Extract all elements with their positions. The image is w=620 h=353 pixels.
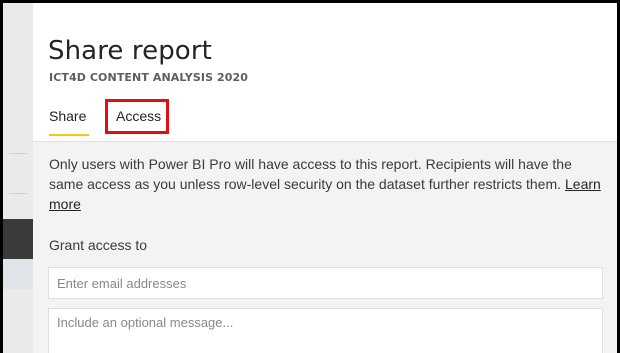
info-text: Only users with Power BI Pro will have a… xyxy=(49,156,572,192)
message-input[interactable] xyxy=(48,308,603,353)
tab-share[interactable]: Share xyxy=(49,108,89,136)
grant-access-label: Grant access to xyxy=(49,237,148,253)
access-tab-highlight xyxy=(105,99,169,134)
dialog-header: Share report ICT4D CONTENT ANALYSIS 2020… xyxy=(33,3,617,142)
background-report-visual xyxy=(3,259,33,289)
info-message: Only users with Power BI Pro will have a… xyxy=(49,154,605,214)
share-dialog-frame: Share report ICT4D CONTENT ANALYSIS 2020… xyxy=(3,3,617,353)
background-divider xyxy=(9,153,27,154)
email-input[interactable] xyxy=(48,267,603,299)
tab-share-label: Share xyxy=(49,108,87,124)
background-report-visual xyxy=(3,219,33,259)
report-name: ICT4D CONTENT ANALYSIS 2020 xyxy=(49,71,249,84)
background-report-strip xyxy=(3,3,33,353)
background-divider xyxy=(9,193,27,194)
page-title: Share report xyxy=(48,36,212,66)
share-report-panel: Share report ICT4D CONTENT ANALYSIS 2020… xyxy=(33,3,617,353)
active-tab-indicator xyxy=(49,134,89,136)
